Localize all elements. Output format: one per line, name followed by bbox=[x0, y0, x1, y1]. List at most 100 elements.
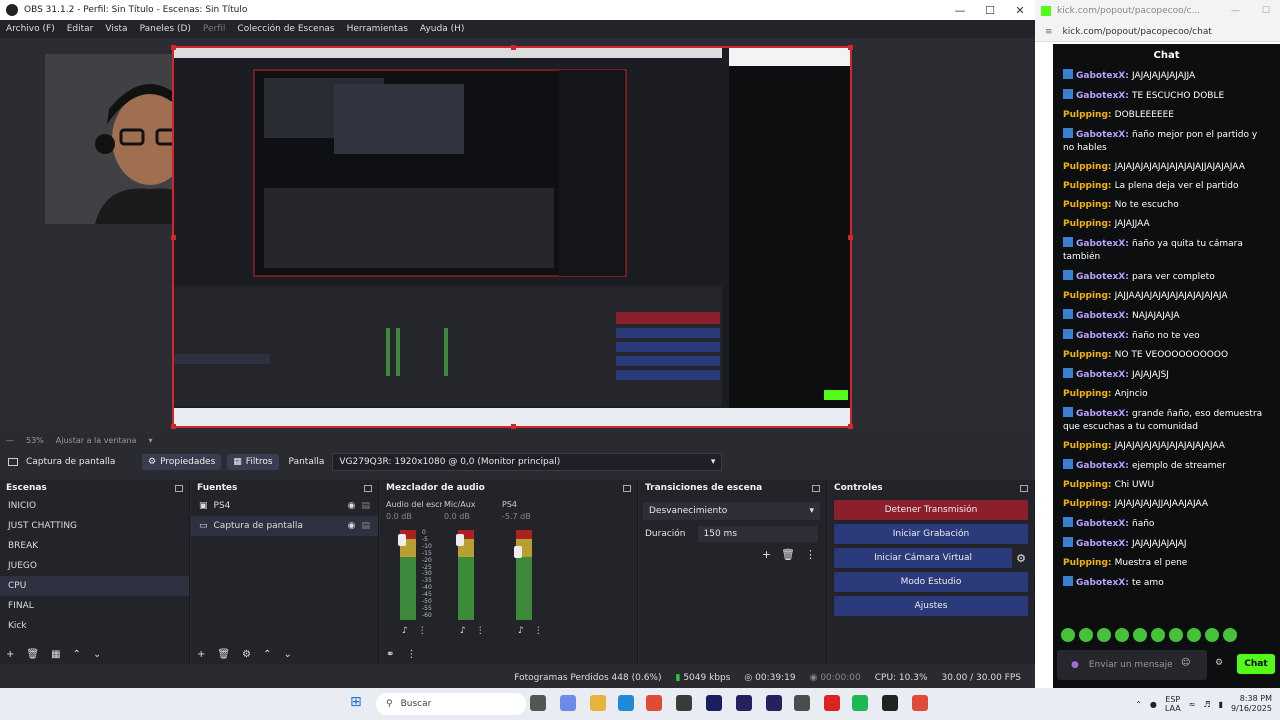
menu-item[interactable]: Ayuda (H) bbox=[414, 24, 470, 34]
volume-fader[interactable] bbox=[456, 534, 464, 546]
chat-username[interactable]: Pulpping bbox=[1063, 441, 1108, 451]
chat-username[interactable]: Pulpping bbox=[1063, 350, 1108, 360]
minimize-button[interactable]: — bbox=[945, 0, 975, 20]
site-settings-icon[interactable]: ≡ bbox=[1045, 27, 1053, 37]
lock-icon[interactable]: ▤ bbox=[361, 496, 370, 516]
chat-username[interactable]: Pulpping bbox=[1063, 181, 1108, 191]
scene-item[interactable]: JUST CHATTING bbox=[0, 516, 189, 536]
menu-item[interactable]: Herramientas bbox=[341, 24, 414, 34]
edge-icon[interactable] bbox=[618, 695, 634, 711]
display-select[interactable]: VG279Q3R: 1920x1080 @ 0,0 (Monitor princ… bbox=[332, 453, 723, 471]
speaker-icon[interactable]: ♪ bbox=[518, 626, 524, 636]
chat-username[interactable]: GabotexX bbox=[1076, 239, 1125, 249]
start-virtual-camera-button[interactable]: Iniciar Cámara Virtual bbox=[834, 548, 1013, 568]
minimize-button[interactable]: — bbox=[1231, 6, 1240, 16]
transition-select[interactable]: Desvanecimiento ▾ bbox=[643, 502, 820, 520]
app-icon[interactable] bbox=[824, 695, 840, 711]
chat-username[interactable]: Pulpping bbox=[1063, 162, 1108, 172]
studio-mode-button[interactable]: Modo Estudio bbox=[834, 572, 1028, 592]
source-item[interactable]: ▭ Captura de pantalla ◉ ▤ bbox=[191, 516, 378, 536]
chevron-up-icon[interactable]: ⌃ bbox=[1135, 700, 1142, 709]
menu-item[interactable]: Editar bbox=[61, 24, 100, 34]
volume-fader[interactable] bbox=[398, 534, 406, 546]
scene-item[interactable]: JUEGO bbox=[0, 556, 189, 576]
gear-icon[interactable]: ⚙ bbox=[1215, 658, 1223, 668]
chat-username[interactable]: GabotexX bbox=[1076, 519, 1125, 529]
move-down-icon[interactable]: ⌄ bbox=[93, 649, 101, 660]
move-down-icon[interactable]: ⌄ bbox=[283, 649, 291, 660]
file-explorer-icon[interactable] bbox=[590, 695, 606, 711]
chat-username[interactable]: GabotexX bbox=[1076, 71, 1125, 81]
media-encoder-icon[interactable] bbox=[706, 695, 722, 711]
spotify-icon[interactable] bbox=[852, 695, 868, 711]
emote-icon[interactable] bbox=[1169, 628, 1183, 642]
emote-icon[interactable] bbox=[1187, 628, 1201, 642]
explorer-icon[interactable] bbox=[676, 695, 692, 711]
chat-username[interactable]: GabotexX bbox=[1076, 311, 1125, 321]
chat-username[interactable]: Pulpping bbox=[1063, 558, 1108, 568]
scene-item[interactable]: CPU bbox=[0, 576, 189, 596]
add-source-button[interactable]: + bbox=[197, 649, 205, 660]
wifi-icon[interactable]: ≈ bbox=[1189, 700, 1196, 709]
stop-stream-button[interactable]: Detener Transmisión bbox=[834, 500, 1028, 520]
menu-item[interactable]: Archivo (F) bbox=[0, 24, 61, 34]
address-bar[interactable]: ≡ kick.com/popout/pacopecoo/chat bbox=[1035, 22, 1280, 42]
dock-popout-icon[interactable] bbox=[1020, 484, 1028, 492]
filters-button[interactable]: ▦ Filtros bbox=[227, 454, 279, 470]
trash-icon[interactable]: 🗑 bbox=[26, 649, 39, 660]
emote-icon[interactable] bbox=[1115, 628, 1129, 642]
menu-item[interactable]: Vista bbox=[99, 24, 133, 34]
add-scene-button[interactable]: + bbox=[6, 649, 14, 660]
move-up-icon[interactable]: ⌃ bbox=[263, 649, 271, 660]
emote-icon[interactable] bbox=[1133, 628, 1147, 642]
chat-username[interactable]: GabotexX bbox=[1076, 91, 1125, 101]
emote-icon[interactable] bbox=[1205, 628, 1219, 642]
clock[interactable]: 8:38 PM 9/16/2025 bbox=[1231, 694, 1272, 714]
app-icon[interactable] bbox=[794, 695, 810, 711]
properties-button[interactable]: ⚙ Propiedades bbox=[142, 454, 222, 470]
eye-icon[interactable]: ◉ bbox=[348, 516, 356, 536]
chat-username[interactable]: GabotexX bbox=[1076, 409, 1125, 419]
emote-icon[interactable] bbox=[1097, 628, 1111, 642]
volume-icon[interactable]: ♬ bbox=[1203, 700, 1210, 709]
menu-item[interactable]: Perfil bbox=[197, 24, 232, 34]
move-up-icon[interactable]: ⌃ bbox=[73, 649, 81, 660]
volume-fader[interactable] bbox=[514, 546, 522, 558]
duration-input[interactable]: 150 ms bbox=[697, 526, 818, 542]
windows-start-icon[interactable]: ⊞ bbox=[350, 694, 362, 710]
maximize-button[interactable]: ☐ bbox=[975, 0, 1005, 20]
after-effects-icon[interactable] bbox=[766, 695, 782, 711]
scene-item[interactable]: BREAK bbox=[0, 536, 189, 556]
gear-icon[interactable]: ⚙ bbox=[242, 649, 251, 660]
trash-icon[interactable]: 🗑 bbox=[781, 548, 795, 561]
mic-icon[interactable]: ● bbox=[1150, 700, 1157, 709]
battery-icon[interactable]: ▮ bbox=[1219, 700, 1223, 709]
emote-icon[interactable] bbox=[1151, 628, 1165, 642]
start-recording-button[interactable]: Iniciar Grabación bbox=[834, 524, 1028, 544]
chat-username[interactable]: Pulpping bbox=[1063, 219, 1108, 229]
config-icon[interactable]: ▦ bbox=[51, 649, 60, 660]
chat-username[interactable]: Pulpping bbox=[1063, 499, 1108, 509]
maximize-button[interactable]: ☐ bbox=[1262, 6, 1270, 16]
dock-popout-icon[interactable] bbox=[812, 484, 820, 492]
trash-icon[interactable]: 🗑 bbox=[217, 649, 230, 660]
add-transition-button[interactable]: + bbox=[762, 548, 771, 561]
emoji-icon[interactable]: ☺ bbox=[1181, 658, 1190, 668]
link-icon[interactable]: ⚭ bbox=[386, 649, 394, 660]
dock-popout-icon[interactable] bbox=[364, 484, 372, 492]
source-item[interactable]: ▣ PS4 ◉ ▤ bbox=[191, 496, 378, 516]
menu-icon[interactable]: ⋮ bbox=[406, 649, 416, 660]
task-view-icon[interactable] bbox=[530, 695, 546, 711]
dock-popout-icon[interactable] bbox=[175, 484, 183, 492]
send-chat-button[interactable]: Chat bbox=[1237, 654, 1275, 674]
chrome-icon[interactable] bbox=[912, 695, 928, 711]
dock-popout-icon[interactable] bbox=[623, 484, 631, 492]
screen-capture-preview[interactable] bbox=[171, 45, 853, 429]
zoom-icon[interactable]: — bbox=[6, 436, 14, 445]
copilot-icon[interactable] bbox=[560, 695, 576, 711]
chrome-icon[interactable] bbox=[646, 695, 662, 711]
emote-icon[interactable] bbox=[1223, 628, 1237, 642]
lock-icon[interactable]: ▤ bbox=[361, 516, 370, 536]
fit-label[interactable]: Ajustar a la ventana bbox=[56, 436, 137, 445]
chat-username[interactable]: Pulpping bbox=[1063, 200, 1108, 210]
